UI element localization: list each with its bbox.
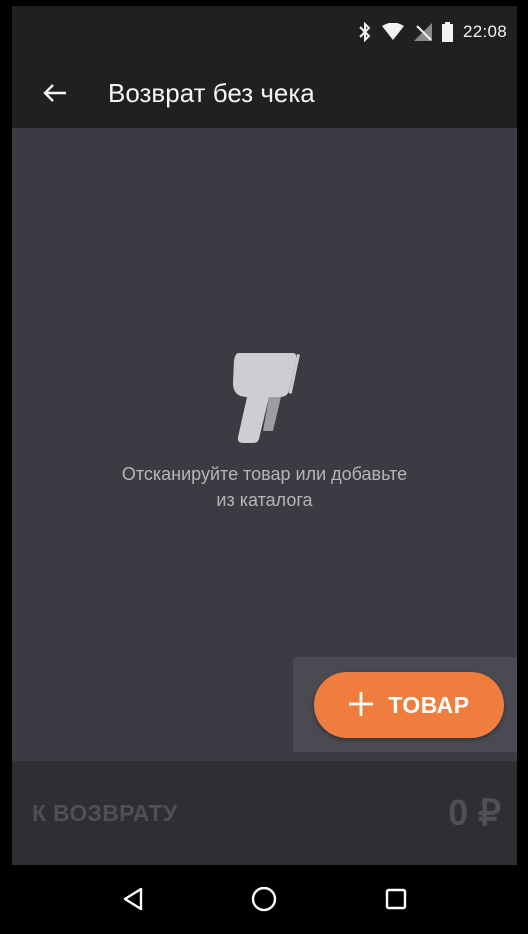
nav-home-button[interactable]	[234, 869, 294, 929]
app-bar: Возврат без чека	[12, 58, 517, 128]
screen: 22:08 Возврат без чека Отсканируйте това…	[12, 6, 517, 933]
add-item-button[interactable]: ТОВАР	[314, 672, 504, 738]
plus-icon	[348, 686, 374, 724]
empty-message: Отсканируйте товар или добавьте из катал…	[12, 461, 517, 513]
home-circle-icon	[252, 886, 277, 912]
system-nav-bar	[12, 865, 517, 933]
empty-state: Отсканируйте товар или добавьте из катал…	[12, 351, 517, 513]
arrow-back-icon	[43, 84, 66, 102]
battery-icon	[441, 22, 453, 42]
back-triangle-icon	[123, 887, 143, 911]
bluetooth-icon	[358, 22, 372, 42]
total-label: К ВОЗВРАТУ	[32, 799, 178, 826]
no-signal-icon	[413, 23, 432, 41]
wifi-icon	[381, 23, 404, 41]
empty-message-line2: из каталога	[216, 490, 313, 510]
add-button-highlight: ТОВАР	[293, 657, 517, 752]
status-time: 22:08	[462, 22, 507, 41]
recents-square-icon	[385, 888, 407, 910]
nav-recents-button[interactable]	[366, 869, 426, 929]
total-bar: К ВОЗВРАТУ 0 ₽	[12, 761, 517, 865]
total-amount: 0 ₽	[448, 792, 501, 833]
empty-message-line1: Отсканируйте товар или добавьте	[121, 464, 408, 484]
back-button[interactable]	[22, 58, 88, 128]
device-frame: 22:08 Возврат без чека Отсканируйте това…	[0, 0, 528, 934]
status-bar: 22:08	[12, 6, 517, 58]
page-title: Возврат без чека	[108, 77, 315, 108]
nav-back-button[interactable]	[103, 869, 163, 929]
add-item-label: ТОВАР	[388, 691, 470, 718]
barcode-scanner-icon	[232, 353, 300, 443]
